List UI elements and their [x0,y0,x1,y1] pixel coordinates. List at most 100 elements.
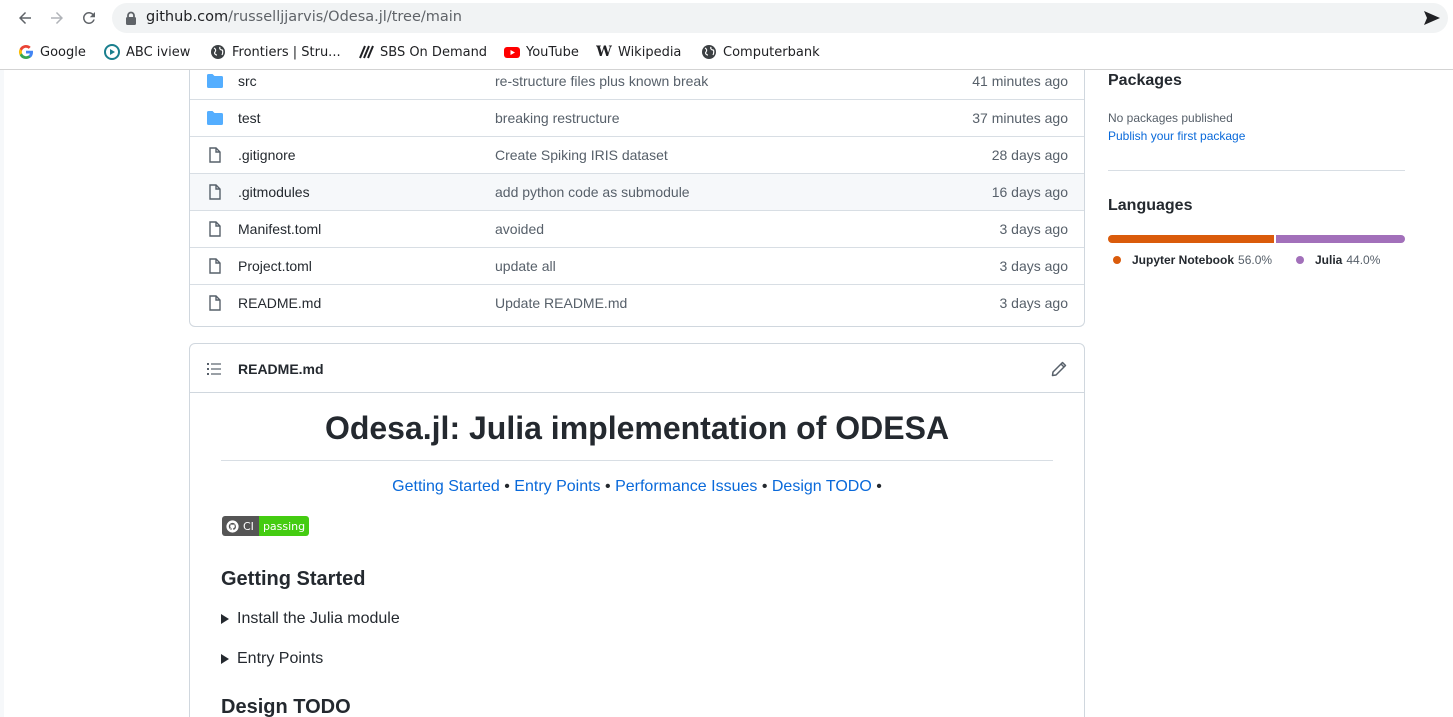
publish-package-link[interactable]: Publish your first package [1108,129,1245,143]
back-button[interactable] [13,6,37,30]
commit-time: 3 days ago [999,258,1069,274]
language-color-dot [1296,256,1304,264]
url-host: github.com [146,9,229,25]
file-name[interactable]: test [238,110,261,126]
url-text[interactable]: github.com/russelljjarvis/Odesa.jl/tree/… [146,9,462,25]
google-icon [18,44,34,60]
bookmark-frontiers[interactable]: Frontiers | Stru... [210,43,341,61]
commit-time: 37 minutes ago [972,110,1068,126]
file-name[interactable]: .gitignore [238,147,296,163]
bookmark-label: Wikipedia [618,44,682,60]
readme-header: README.md [190,344,1084,393]
language-percent: 44.0% [1346,253,1381,267]
readme-nav-links: Getting Started • Entry Points • Perform… [221,478,1053,496]
details-entry-points[interactable]: Entry Points [221,650,323,668]
link-getting-started[interactable]: Getting Started [392,478,500,495]
link-entry-points[interactable]: Entry Points [514,478,600,495]
commit-time: 41 minutes ago [972,73,1068,89]
bookmark-label: Computerbank [723,44,820,60]
commit-time: 3 days ago [999,295,1069,311]
file-row-manifest[interactable]: Manifest.toml avoided 3 days ago [190,210,1084,247]
file-icon [209,295,221,311]
language-bar [1108,235,1405,243]
file-icon [209,258,221,274]
language-percent: 56.0% [1238,253,1273,267]
wikipedia-icon: W [596,44,612,60]
file-icon [209,221,221,237]
commit-message[interactable]: re-structure files plus known break [495,73,708,89]
link-performance-issues[interactable]: Performance Issues [615,478,757,495]
file-name[interactable]: Manifest.toml [238,221,321,237]
language-bar-julia[interactable] [1274,235,1405,243]
file-name[interactable]: src [238,73,257,89]
address-bar[interactable]: github.com/russelljjarvis/Odesa.jl/tree/… [112,3,1448,33]
bookmarks-bar: Google ABC iview Frontiers | Stru... SBS… [0,36,1453,70]
browser-toolbar: github.com/russelljjarvis/Odesa.jl/tree/… [0,0,1453,36]
language-jupyter-notebook[interactable]: Jupyter Notebook 56.0% [1113,253,1272,267]
language-julia[interactable]: Julia 44.0% [1296,253,1380,267]
bookmark-label: Frontiers | Stru... [232,44,341,60]
folder-icon [207,111,223,125]
page-content: src re-structure files plus known break … [0,70,1453,717]
details-entry-label: Entry Points [237,650,324,667]
bookmark-abc-iview[interactable]: ABC iview [104,43,190,61]
file-name[interactable]: README.md [238,295,321,311]
url-path: /russelljjarvis/Odesa.jl/tree/main [228,9,462,25]
youtube-icon [504,44,520,60]
readme-heading: Odesa.jl: Julia implementation of ODESA [221,410,1053,461]
language-name: Jupyter Notebook [1132,253,1235,267]
bookmark-label: Google [40,44,86,60]
commit-message[interactable]: update all [495,258,556,274]
file-name[interactable]: Project.toml [238,258,312,274]
link-separator: • [761,478,768,495]
commit-message[interactable]: Create Spiking IRIS dataset [495,147,668,163]
abc-iview-icon [104,44,120,60]
file-row-gitignore[interactable]: .gitignore Create Spiking IRIS dataset 2… [190,136,1084,173]
file-row-gitmodules[interactable]: .gitmodules add python code as submodule… [190,173,1084,210]
commit-message[interactable]: avoided [495,221,544,237]
link-separator: • [504,478,510,495]
bookmark-computerbank[interactable]: Computerbank [701,43,820,61]
packages-heading[interactable]: Packages [1108,72,1182,90]
list-unordered-icon[interactable] [206,361,222,377]
file-row-test[interactable]: test breaking restructure 37 minutes ago [190,99,1084,136]
folder-icon [207,74,223,88]
readme-filename[interactable]: README.md [238,361,324,377]
file-row-src[interactable]: src re-structure files plus known break … [190,70,1084,99]
commit-time: 28 days ago [991,147,1068,163]
file-row-project[interactable]: Project.toml update all 3 days ago [190,247,1084,284]
globe-icon [210,44,226,60]
bookmark-label: YouTube [526,44,579,60]
link-design-todo[interactable]: Design TODO [772,478,872,495]
sidebar-divider [1108,170,1405,171]
globe-icon [701,44,717,60]
details-install[interactable]: Install the Julia module [221,610,400,628]
pencil-icon[interactable] [1050,360,1068,378]
commit-time: 16 days ago [991,184,1068,200]
bookmark-wikipedia[interactable]: W Wikipedia [596,43,681,61]
forward-button[interactable] [45,6,69,30]
commit-message[interactable]: breaking restructure [495,110,620,126]
bookmark-youtube[interactable]: YouTube [504,43,579,61]
badge-ci-text: CI [243,519,254,533]
heading-design-todo: Design TODO [221,696,351,717]
link-separator: • [605,478,611,495]
file-name[interactable]: .gitmodules [238,184,310,200]
language-bar-jupyter[interactable] [1108,235,1275,243]
packages-empty-text: No packages published [1108,111,1233,125]
commit-message[interactable]: add python code as submodule [495,184,690,200]
bookmark-sbs[interactable]: SBS On Demand [358,43,487,61]
reload-button[interactable] [77,6,101,30]
file-icon [209,147,221,163]
commit-time: 3 days ago [999,221,1069,237]
disclosure-triangle-icon [221,614,229,624]
send-to-device-icon[interactable] [1424,11,1440,25]
disclosure-triangle-icon [221,654,229,664]
ci-badge[interactable]: CI passing [222,516,310,536]
reload-icon [82,11,95,24]
file-row-readme[interactable]: README.md Update README.md 3 days ago [190,284,1084,321]
link-separator: • [876,478,882,495]
heading-getting-started: Getting Started [221,568,366,590]
commit-message[interactable]: Update README.md [495,295,627,311]
bookmark-google[interactable]: Google [18,43,86,61]
